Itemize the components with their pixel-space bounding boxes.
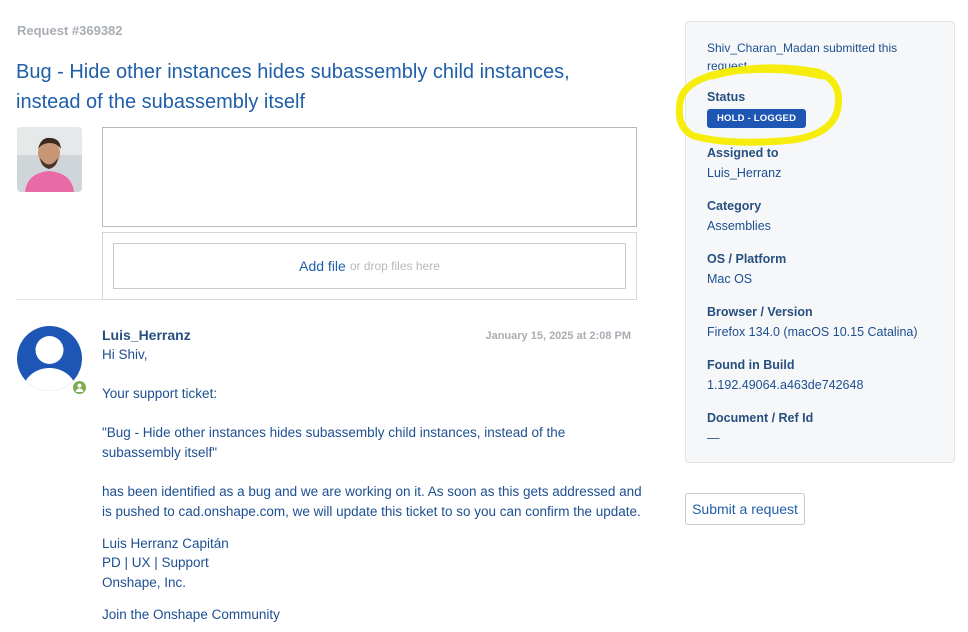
comment-author[interactable]: Luis_Herranz bbox=[102, 327, 191, 343]
agent-person-icon bbox=[71, 379, 88, 396]
build-value: 1.192.49064.a463de742648 bbox=[707, 378, 864, 392]
category-value: Assemblies bbox=[707, 219, 771, 233]
request-title: Bug - Hide other instances hides subasse… bbox=[16, 61, 570, 113]
submitter-info: Shiv_Charan_Madan submitted this request bbox=[707, 41, 898, 73]
comment-divider bbox=[16, 299, 102, 300]
comment-greeting: Hi Shiv, bbox=[102, 347, 148, 362]
attachment-panel: Add file or drop files here bbox=[102, 232, 637, 300]
os-value: Mac OS bbox=[707, 272, 753, 286]
drop-hint: or drop files here bbox=[349, 259, 440, 273]
signature-role: PD | UX | Support bbox=[102, 555, 209, 570]
comment-quote: "Bug - Hide other instances hides subass… bbox=[102, 425, 566, 460]
status-badge: HOLD - LOGGED bbox=[707, 109, 807, 128]
assigned-value: Luis_Herranz bbox=[707, 166, 782, 180]
file-dropzone[interactable]: Add file or drop files here bbox=[113, 243, 626, 289]
request-id: Request #369382 bbox=[17, 23, 123, 38]
request-details-sidebar: Shiv_Charan_Madan submitted this request… bbox=[685, 21, 955, 463]
comment-message: has been identified as a bug and we are … bbox=[102, 484, 642, 519]
signature-company: Onshape, Inc. bbox=[102, 575, 187, 590]
category-label: Category bbox=[707, 199, 762, 213]
build-label: Found in Build bbox=[707, 358, 795, 372]
user-photo-icon bbox=[17, 127, 82, 192]
browser-label: Browser / Version bbox=[707, 305, 813, 319]
comment-timestamp: January 15, 2025 at 2:08 PM bbox=[485, 330, 631, 342]
status-label: Status bbox=[707, 90, 746, 104]
os-label: OS / Platform bbox=[707, 252, 787, 266]
docref-label: Document / Ref Id bbox=[707, 411, 814, 425]
submit-request-button[interactable]: Submit a request bbox=[685, 493, 805, 525]
community-link[interactable]: Join the Onshape Community bbox=[102, 605, 642, 625]
docref-value: — bbox=[707, 431, 720, 445]
add-file-link[interactable]: Add file bbox=[299, 258, 346, 274]
comment-input[interactable] bbox=[102, 127, 637, 227]
signature-name: Luis Herranz Capitán bbox=[102, 536, 229, 551]
browser-value: Firefox 134.0 (macOS 10.15 Catalina) bbox=[707, 325, 918, 339]
comment-intro: Your support ticket: bbox=[102, 386, 218, 401]
assigned-label: Assigned to bbox=[707, 146, 779, 160]
